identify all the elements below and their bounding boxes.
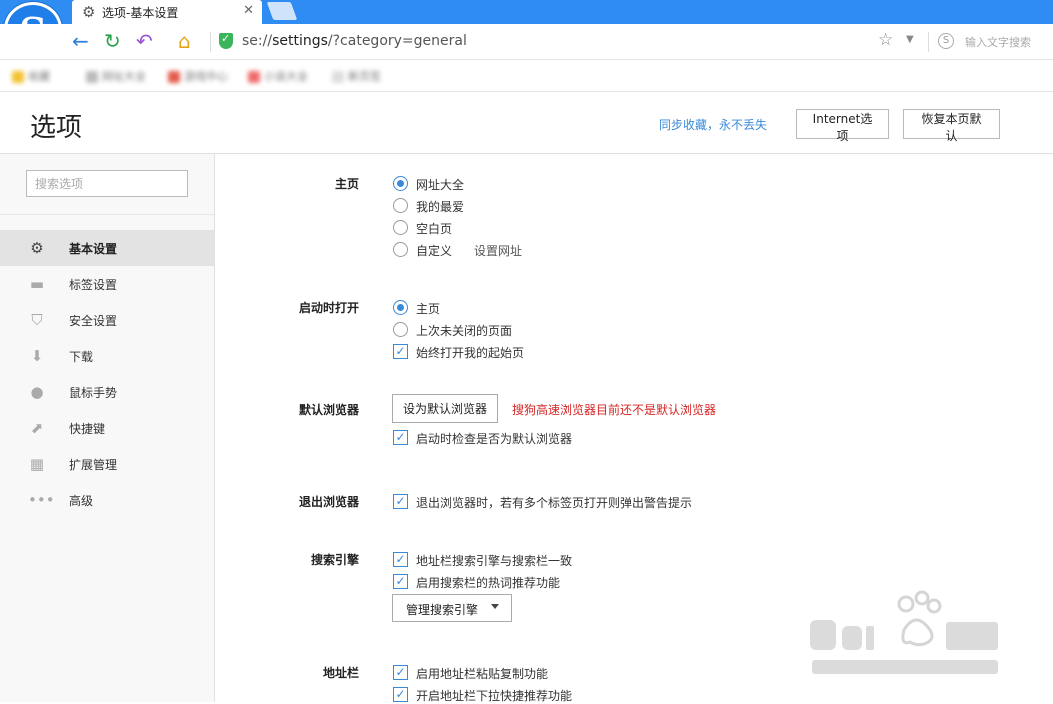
home-icon[interactable]: ⌂	[178, 30, 191, 52]
caret-down-icon	[491, 604, 499, 609]
checkmark-icon[interactable]: ✓	[393, 344, 408, 359]
shield-icon: ⛉	[31, 311, 43, 329]
page-title: 选项	[30, 113, 83, 143]
sidebar-nav: ⚙ 基本设置 ▬ 标签设置 ⛉ 安全设置 ⬇ 下载 ● 鼠标手势 ⬈ 快捷键 ▦…	[0, 230, 214, 518]
sidebar-item-security[interactable]: ⛉ 安全设置	[0, 302, 214, 338]
internet-options-button[interactable]: Internet选项	[796, 109, 889, 143]
gear-icon: ⚙	[82, 3, 96, 21]
gear-icon: ⚙	[30, 239, 44, 257]
bookmark-item[interactable]: 网址大全	[86, 68, 146, 83]
bookmark-icon	[168, 71, 180, 83]
sidebar-item-label: 扩展管理	[69, 458, 118, 472]
sidebar-item-shortcuts[interactable]: ⬈ 快捷键	[0, 410, 214, 446]
download-icon: ⬇	[30, 347, 44, 365]
section-label: 默认浏览器	[298, 403, 359, 417]
tab-title: 选项-基本设置	[102, 6, 179, 20]
active-tab[interactable]: ⚙ 选项-基本设置 ✕	[72, 0, 262, 24]
radio[interactable]	[393, 198, 408, 213]
default-browser-warning: 搜狗高速浏览器目前还不是默认浏览器	[512, 403, 717, 417]
radio[interactable]	[393, 220, 408, 235]
checkmark-icon[interactable]: ✓	[393, 552, 408, 567]
close-tab-icon[interactable]: ✕	[243, 3, 254, 18]
section-label: 主页	[334, 177, 359, 191]
bookmark-icon	[86, 71, 98, 83]
section-label: 搜索引擎	[310, 553, 359, 567]
bookmark-item[interactable]: 游戏中心	[168, 68, 228, 83]
settings-content: 主页 网址大全 我的最爱 空白页 自定义 设置网址 启动时打开 主页 上次未关闭…	[216, 154, 1053, 703]
sidebar-item-tabs[interactable]: ▬ 标签设置	[0, 266, 214, 302]
section-label: 地址栏	[322, 666, 359, 680]
sidebar-item-download[interactable]: ⬇ 下载	[0, 338, 214, 374]
sidebar-item-label: 基本设置	[69, 242, 118, 256]
bookmark-icon	[12, 71, 24, 83]
bookmark-item[interactable]: 收藏	[12, 68, 50, 83]
tab-icon: ▬	[29, 275, 45, 293]
mouse-icon: ●	[30, 383, 44, 401]
undo-icon[interactable]: ↶	[136, 30, 153, 52]
bookmark-icon	[332, 71, 344, 83]
sidebar-item-extensions[interactable]: ▦ 扩展管理	[0, 446, 214, 482]
sidebar: ⚙ 基本设置 ▬ 标签设置 ⛉ 安全设置 ⬇ 下载 ● 鼠标手势 ⬈ 快捷键 ▦…	[0, 154, 215, 702]
shortcut-arrow-icon: ⬈	[30, 419, 44, 437]
url-field[interactable]: se://settings/?category=general	[242, 33, 467, 49]
bookmark-icon	[248, 71, 260, 83]
tab-strip: ⚙ 选项-基本设置 ✕	[0, 0, 1053, 24]
refresh-icon[interactable]: ↻	[104, 30, 121, 52]
back-arrow-icon[interactable]: ←	[72, 30, 89, 52]
sidebar-item-label: 快捷键	[69, 422, 106, 436]
security-shield-icon[interactable]	[219, 32, 233, 49]
checkmark-icon[interactable]: ✓	[393, 574, 408, 589]
set-url-link[interactable]: 设置网址	[474, 242, 522, 259]
sidebar-item-advanced[interactable]: ••• 高级	[0, 482, 214, 518]
radio[interactable]	[393, 322, 408, 337]
sidebar-item-label: 标签设置	[69, 278, 118, 292]
checkmark-icon[interactable]: ✓	[393, 665, 408, 680]
sidebar-item-mouse-gestures[interactable]: ● 鼠标手势	[0, 374, 214, 410]
page-header: 选项 同步收藏，永不丢失 Internet选项 恢复本页默认	[0, 93, 1053, 154]
address-bar: ← ↻ ↶ ⌂ se://settings/?category=general …	[0, 24, 1053, 60]
bookmark-item[interactable]: 新页签	[332, 68, 381, 83]
radio-selected[interactable]	[393, 176, 408, 191]
sync-link[interactable]: 同步收藏，永不丢失	[659, 116, 767, 133]
sidebar-item-label: 高级	[69, 494, 94, 508]
divider	[0, 214, 214, 215]
search-options-input[interactable]	[26, 170, 188, 197]
checkmark-icon[interactable]: ✓	[393, 430, 408, 445]
divider	[928, 32, 929, 52]
checkmark-icon[interactable]: ✓	[393, 494, 408, 509]
new-tab-button[interactable]	[266, 2, 298, 20]
sidebar-item-basic[interactable]: ⚙ 基本设置	[0, 230, 214, 266]
section-label: 退出浏览器	[298, 495, 359, 509]
grid-icon: ▦	[29, 455, 45, 473]
sidebar-item-label: 鼠标手势	[69, 386, 118, 400]
more-dots-icon: •••	[28, 491, 55, 509]
bookmarks-bar: 收藏 网址大全 游戏中心 小说大全 新页签	[0, 60, 1053, 92]
divider	[210, 32, 211, 52]
radio-selected[interactable]	[393, 300, 408, 315]
radio[interactable]	[393, 242, 408, 257]
checkmark-icon[interactable]: ✓	[393, 687, 408, 702]
sidebar-item-label: 安全设置	[69, 314, 118, 328]
bookmark-item[interactable]: 小说大全	[248, 68, 308, 83]
set-default-browser-button[interactable]: 设为默认浏览器	[392, 394, 499, 423]
section-label: 启动时打开	[298, 301, 359, 315]
manage-search-engine-dropdown[interactable]: 管理搜索引擎	[392, 594, 512, 622]
chevron-down-icon[interactable]: ▼	[906, 34, 914, 45]
search-engine-icon[interactable]: S	[938, 33, 954, 49]
sidebar-item-label: 下载	[69, 350, 94, 364]
bookmark-star-icon[interactable]: ☆	[878, 30, 893, 50]
search-input[interactable]: 输入文字搜索	[965, 34, 1031, 50]
restore-defaults-button[interactable]: 恢复本页默认	[903, 109, 1000, 143]
